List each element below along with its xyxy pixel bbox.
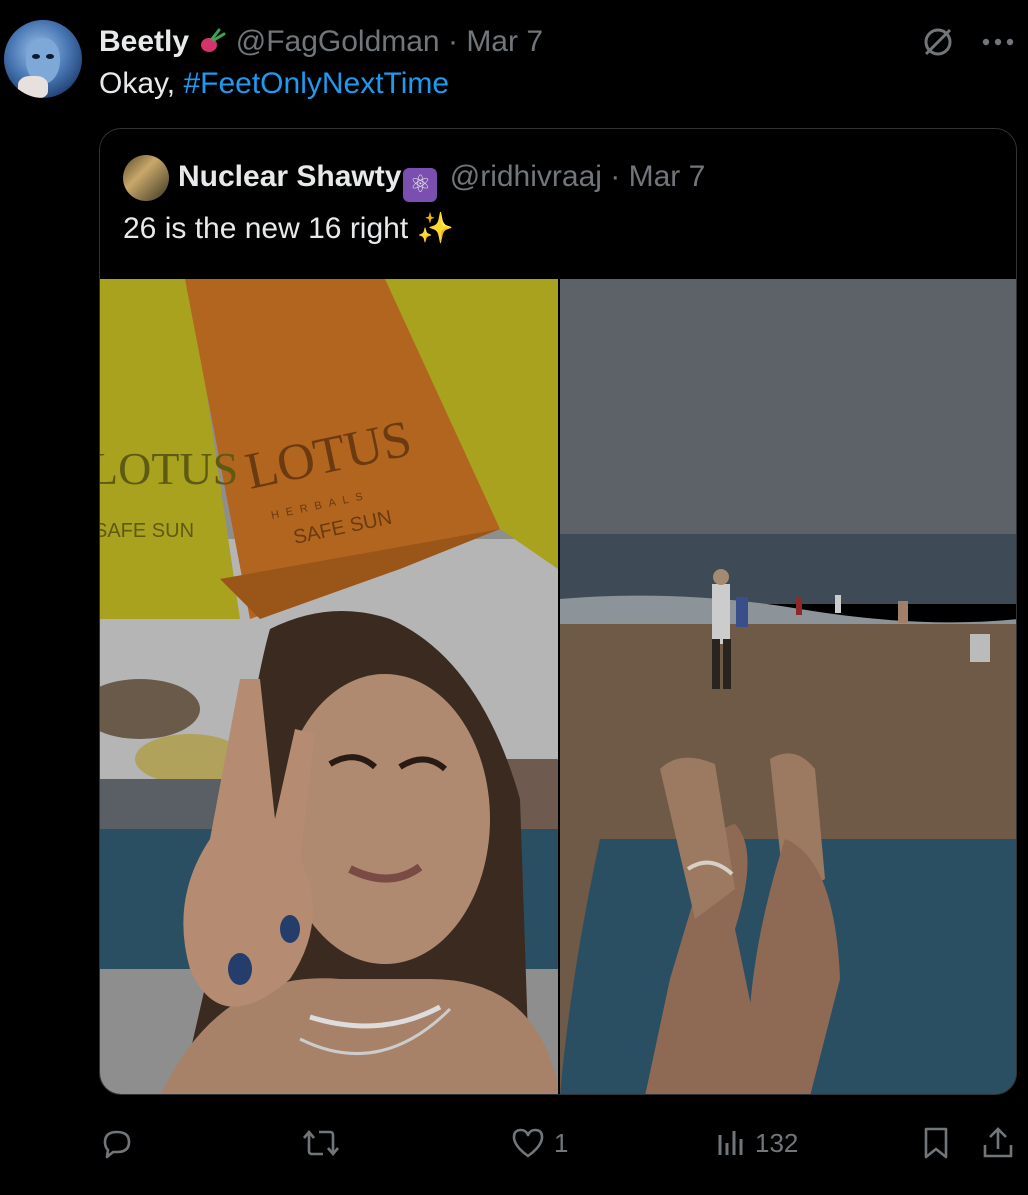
tweet-text: Okay, #FeetOnlyNextTime — [99, 64, 449, 104]
bookmark-button[interactable] — [921, 1118, 951, 1168]
quoted-tweet-text: 26 is the new 16 right ✨ — [123, 207, 454, 251]
quoted-tweet[interactable]: Nuclear Shawty ⚛ @ridhivraaj · Mar 7 26 i… — [99, 128, 1017, 1095]
atom-badge-icon: ⚛ — [403, 168, 438, 202]
author-name[interactable]: Beetly — [99, 25, 189, 58]
retweet-button[interactable] — [301, 1118, 349, 1168]
radish-emoji-icon — [201, 28, 226, 52]
reply-button[interactable] — [99, 1118, 143, 1168]
umbrella-slogan-text-left: SAFE SUN — [100, 520, 194, 542]
share-icon — [983, 1127, 1013, 1158]
heart-icon — [512, 1128, 544, 1158]
retweet-icon — [303, 1129, 339, 1157]
tweet-action-bar: 1 132 — [99, 1118, 1017, 1168]
umbrella-brand-text-left: LOTUS — [100, 443, 238, 494]
tweet[interactable]: Beetly @FagGoldman · Mar 7 Okay, #FeetOn… — [0, 0, 1028, 1195]
quoted-author-name[interactable]: Nuclear Shawty — [178, 160, 401, 193]
like-count: 1 — [554, 1127, 569, 1158]
tweet-date[interactable]: Mar 7 — [466, 25, 543, 58]
quoted-text-body: 26 is the new 16 right — [123, 212, 409, 245]
avatar-eye — [46, 54, 54, 59]
reply-icon — [103, 1130, 131, 1159]
bookmark-icon — [924, 1127, 948, 1159]
quoted-author-handle[interactable]: @ridhivraaj — [450, 160, 602, 193]
media-image-beach[interactable] — [560, 279, 1016, 1094]
views-count: 132 — [755, 1127, 799, 1158]
quoted-tweet-header: Nuclear Shawty ⚛ @ridhivraaj · Mar 7 — [178, 157, 705, 202]
avatar-eye — [32, 54, 40, 59]
tweet-header: Beetly @FagGoldman · Mar 7 — [99, 22, 543, 62]
like-button[interactable]: 1 — [510, 1118, 568, 1168]
sparkles-emoji-icon: ✨ — [416, 212, 454, 245]
author-avatar[interactable] — [4, 20, 82, 98]
views-button[interactable]: 132 — [715, 1118, 798, 1168]
quoted-meta-separator: · — [610, 160, 621, 193]
tweet-top-icons — [918, 22, 1018, 62]
share-button[interactable] — [981, 1118, 1015, 1168]
quoted-tweet-date[interactable]: Mar 7 — [629, 160, 706, 193]
meta-separator: · — [447, 25, 458, 58]
more-icon[interactable] — [978, 22, 1018, 62]
quoted-media[interactable]: LOTUS HERBALS SAFE SUN LOTUS SAFE SUN — [100, 279, 1016, 1094]
tweet-text-prefix: Okay, — [99, 67, 184, 100]
media-image-selfie[interactable]: LOTUS HERBALS SAFE SUN LOTUS SAFE SUN — [100, 279, 558, 1094]
avatar-hand — [18, 76, 48, 98]
quoted-author-avatar[interactable] — [123, 155, 169, 201]
author-handle[interactable]: @FagGoldman — [236, 25, 440, 58]
views-icon — [718, 1131, 743, 1155]
slashed-circle-icon[interactable] — [918, 22, 958, 62]
hashtag-link[interactable]: #FeetOnlyNextTime — [183, 67, 449, 100]
